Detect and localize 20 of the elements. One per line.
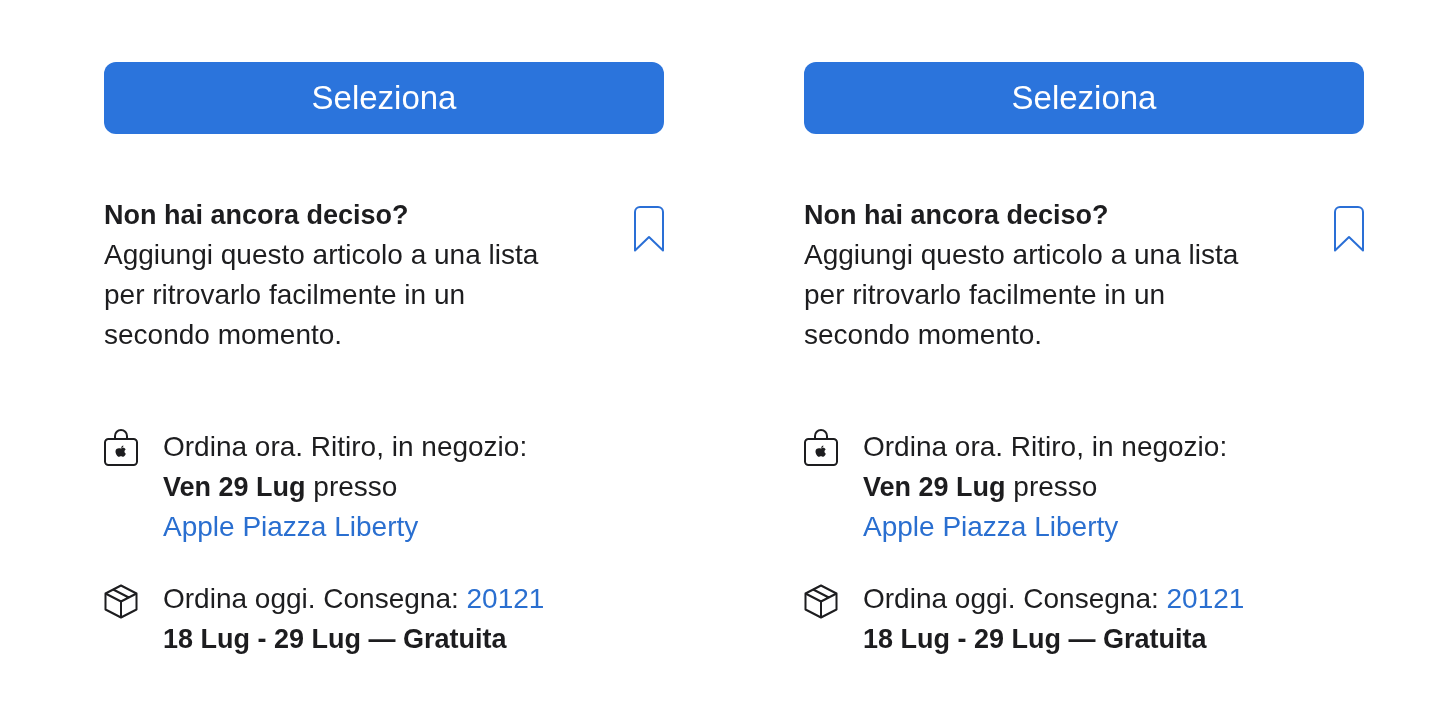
shopping-bag-icon bbox=[804, 429, 838, 466]
save-prompt-text: Aggiungi questo articolo a una lista per ritrovarlo facilmente in un secondo momento. bbox=[104, 238, 540, 352]
delivery-info: Ordina oggi. Consegna: 20121 18 Lug - 29 Lug — Gratuita bbox=[863, 582, 1245, 656]
delivery-info: Ordina oggi. Consegna: 20121 18 Lug - 29 Lug — Gratuita bbox=[163, 582, 545, 656]
store-link[interactable]: Apple Piazza Liberty bbox=[863, 511, 1119, 542]
save-prompt-text: Aggiungi questo articolo a una lista per ritrovarlo facilmente in un secondo momento. bbox=[804, 238, 1240, 352]
save-prompt-title: Non hai ancora deciso? bbox=[804, 199, 1110, 232]
postcode-link[interactable]: 20121 bbox=[466, 583, 545, 614]
bookmark-icon[interactable] bbox=[1334, 206, 1364, 254]
pickup-info: Ordina ora. Ritiro, in negozio: Ven 29 Lug presso Apple Piazza Liberty bbox=[163, 430, 528, 544]
pickup-info: Ordina ora. Ritiro, in negozio: Ven 29 Lug presso Apple Piazza Liberty bbox=[863, 430, 1228, 544]
package-icon bbox=[804, 584, 838, 619]
select-button[interactable]: Seleziona bbox=[804, 62, 1364, 134]
save-prompt-title: Non hai ancora deciso? bbox=[104, 199, 410, 232]
bookmark-icon[interactable] bbox=[634, 206, 664, 254]
package-icon bbox=[104, 584, 138, 619]
select-button[interactable]: Seleziona bbox=[104, 62, 664, 134]
store-link[interactable]: Apple Piazza Liberty bbox=[163, 511, 419, 542]
shopping-bag-icon bbox=[104, 429, 138, 466]
postcode-link[interactable]: 20121 bbox=[1166, 583, 1245, 614]
